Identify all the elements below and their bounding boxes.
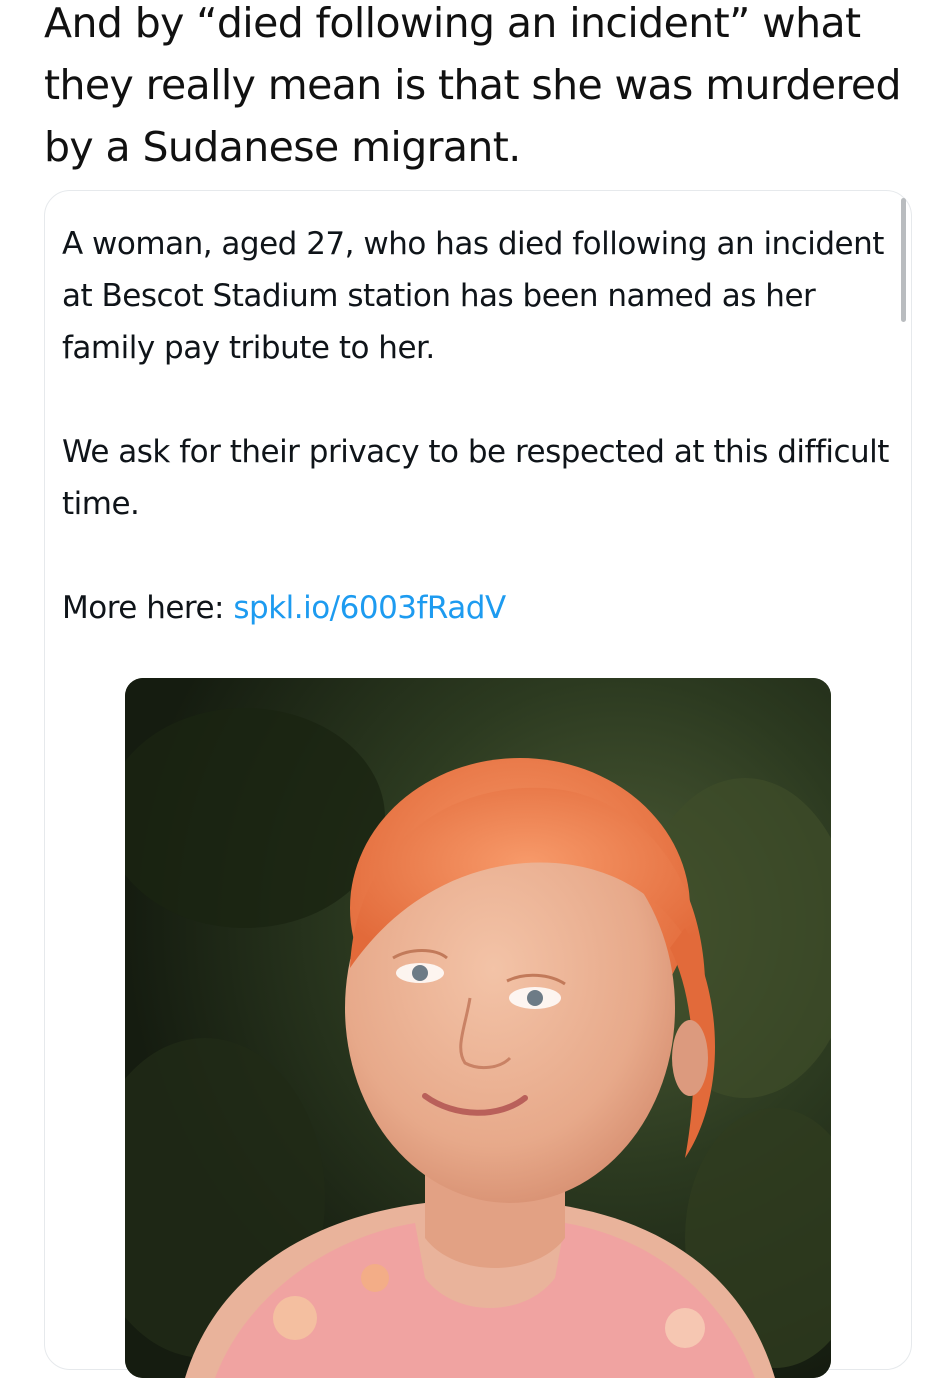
quoted-post-scrollbar[interactable] [901, 198, 906, 322]
portrait-photo[interactable] [125, 678, 831, 1378]
quoted-post-paragraph-2: We ask for their privacy to be respected… [62, 434, 889, 522]
post-text: And by “died following an incident” what… [44, 0, 902, 171]
quoted-post-body: A woman, aged 27, who has died following… [62, 218, 892, 634]
quoted-post-more: More here: spkl.io/6003fRadV [62, 582, 892, 634]
article-link[interactable]: spkl.io/6003fRadV [233, 590, 506, 626]
quoted-post-paragraph-1: A woman, aged 27, who has died following… [62, 226, 884, 366]
portrait-illustration [125, 678, 831, 1378]
more-here-label: More here: [62, 590, 234, 626]
